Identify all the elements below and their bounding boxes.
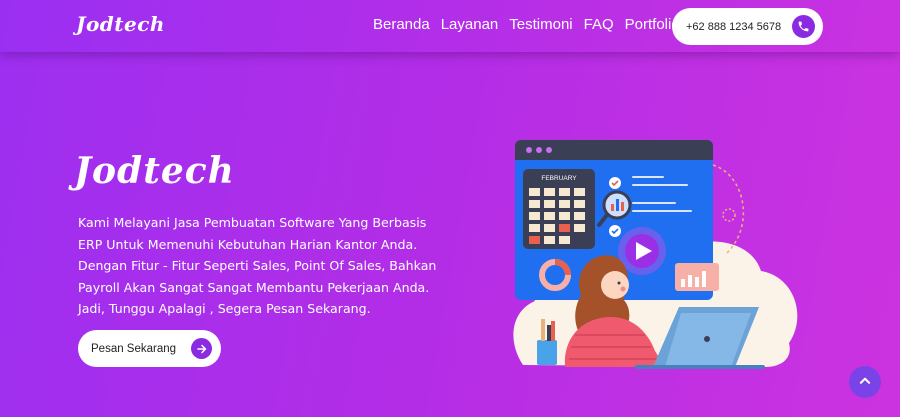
hero-illustration: FEBRUARY — [513, 140, 798, 369]
nav-link-faq[interactable]: FAQ — [584, 16, 614, 33]
nav-link-testimoni[interactable]: Testimoni — [509, 16, 572, 33]
hero-description: Kami Melayani Jasa Pembuatan Software Ya… — [78, 212, 448, 320]
navbar: Jodtech Beranda Layanan Testimoni FAQ Po… — [0, 0, 900, 52]
window-dot — [546, 147, 552, 153]
hero-line: ERP Untuk Memenuhi Kebutuhan Harian Kant… — [78, 236, 418, 252]
phone-icon — [792, 15, 815, 38]
hero-line: Jadi, Tunggu Apalagi , Segera Pesan Seka… — [78, 301, 371, 316]
window-dot — [536, 147, 542, 153]
chevron-up-icon — [858, 373, 872, 392]
phone-number: +62 888 1234 5678 — [686, 20, 782, 33]
window-dot — [526, 147, 532, 153]
order-now-label: Pesan Sekarang — [91, 342, 177, 355]
arrow-right-icon — [191, 338, 212, 359]
person-face — [601, 271, 629, 299]
order-now-button[interactable]: Pesan Sekarang — [78, 330, 221, 367]
nav-link-layanan[interactable]: Layanan — [441, 16, 499, 33]
calendar-month: FEBRUARY — [541, 175, 577, 182]
nav-link-beranda[interactable]: Beranda — [373, 16, 430, 33]
pencil-cup — [537, 340, 557, 365]
hero-title: Jodtech — [74, 150, 235, 192]
nav-links: Beranda Layanan Testimoni FAQ Portfolio — [373, 16, 680, 33]
scroll-to-top-button[interactable] — [849, 366, 881, 398]
phone-button[interactable]: +62 888 1234 5678 — [672, 8, 823, 45]
hero-line: Payroll Akan Sangat Sangat Membantu Peke… — [78, 279, 430, 295]
hero-line: Kami Melayani Jasa Pembuatan Software Ya… — [78, 215, 427, 230]
hero-line: Dengan Fitur - Fitur Seperti Sales, Poin… — [78, 258, 437, 273]
brand-logo[interactable]: Jodtech — [76, 12, 165, 36]
